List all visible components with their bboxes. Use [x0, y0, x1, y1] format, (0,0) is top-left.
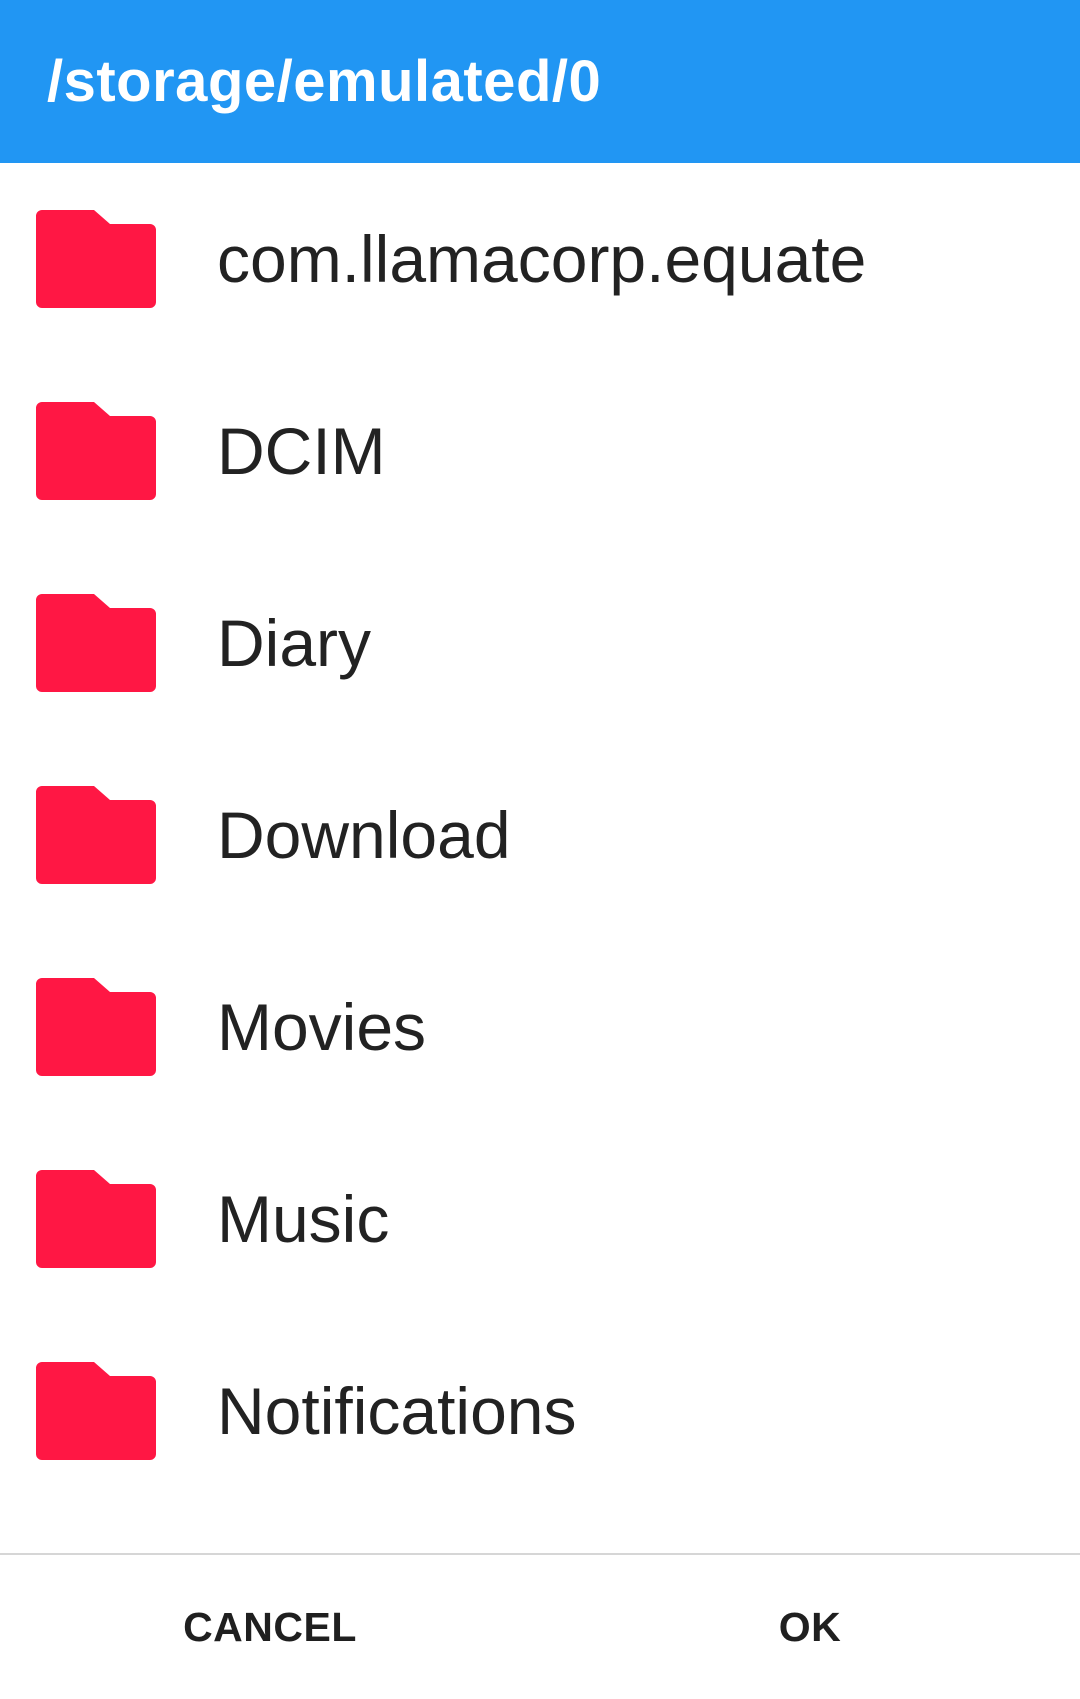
folder-label: Movies: [217, 990, 427, 1064]
folder-label: Notifications: [217, 1374, 577, 1448]
folder-label: Download: [217, 798, 511, 872]
current-path-title: /storage/emulated/0: [47, 49, 602, 114]
folder-list[interactable]: com.llamacorp.equate DCIM Diary Download…: [0, 163, 1080, 1553]
folder-label: DCIM: [217, 414, 386, 488]
folder-item-notifications[interactable]: Notifications: [0, 1315, 1080, 1507]
folder-icon: [36, 594, 156, 692]
folder-label: com.llamacorp.equate: [217, 222, 867, 296]
folder-icon: [36, 978, 156, 1076]
folder-label: Music: [217, 1182, 390, 1256]
folder-icon: [36, 1362, 156, 1460]
folder-label: Diary: [217, 606, 372, 680]
folder-item-dcim[interactable]: DCIM: [0, 355, 1080, 547]
folder-icon: [36, 210, 156, 308]
folder-item-diary[interactable]: Diary: [0, 547, 1080, 739]
folder-item-movies[interactable]: Movies: [0, 931, 1080, 1123]
folder-icon: [36, 786, 156, 884]
title-bar: /storage/emulated/0: [0, 0, 1080, 163]
folder-item-music[interactable]: Music: [0, 1123, 1080, 1315]
ok-button[interactable]: OK: [720, 1555, 900, 1699]
folder-item-com-llamacorp-equate[interactable]: com.llamacorp.equate: [0, 163, 1080, 355]
folder-icon: [36, 402, 156, 500]
folder-item-download[interactable]: Download: [0, 739, 1080, 931]
folder-icon: [36, 1170, 156, 1268]
cancel-button[interactable]: CANCEL: [150, 1555, 390, 1699]
dialog-footer: CANCEL OK: [0, 1555, 1080, 1699]
